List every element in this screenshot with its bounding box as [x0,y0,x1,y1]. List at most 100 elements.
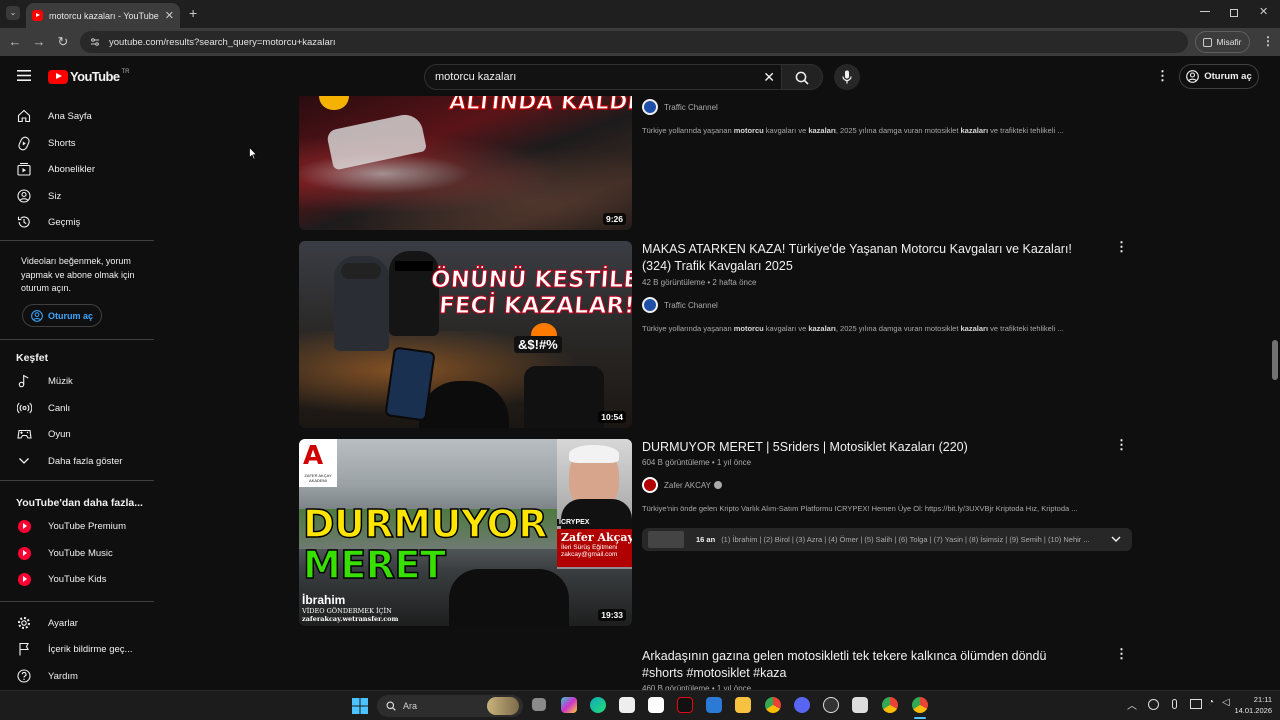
sidebar-show-more[interactable]: Daha fazla göster [0,448,154,474]
video-description: Türkiye yollarında yaşanan motorcu kavga… [642,126,1064,135]
task-view-icon[interactable] [532,698,546,711]
obs-icon[interactable] [823,697,839,713]
channel-name: Traffic Channel [664,300,718,310]
new-tab-button[interactable]: + [189,6,197,20]
voice-search-button[interactable] [834,64,860,90]
close-tab-icon[interactable]: ✕ [165,9,174,22]
browser-tabstrip: ⌄ motorcu kazaları - YouTube ✕ + ✕ [0,0,1280,28]
zafer-akcay-akademi-logo: A ZAFER AKÇAY AKADEMİ [299,439,337,487]
sidebar-item-help[interactable]: Yardım [0,663,154,689]
edge-icon[interactable] [590,697,606,713]
sidebar-item-label: YouTube Premium [48,520,126,532]
browser-menu-icon[interactable]: ⋮ [1262,34,1274,48]
channel-link[interactable]: Traffic Channel [642,297,718,313]
sidebar-item-gaming[interactable]: Oyun [0,421,154,447]
tray-sync-icon[interactable] [1148,699,1159,710]
mail-icon[interactable] [706,697,722,713]
key-moments-bar[interactable]: 16 an (1) İbrahim | (2) Birol | (3) Azra… [642,528,1132,551]
sidebar-item-label: Oyun [48,428,71,440]
home-icon [16,108,32,124]
windows-start-icon[interactable] [352,698,368,714]
sidebar-item-youtube-music[interactable]: YouTube Music [0,540,154,566]
settings-kebab-icon[interactable]: ⋮ [1156,68,1169,84]
channel-link[interactable]: Zafer AKCAY [642,477,722,493]
search-button[interactable] [781,64,823,90]
sidebar-item-home[interactable]: Ana Sayfa [0,103,154,129]
signin-prompt-text: Videoları beğenmek, yorum yapmak ve abon… [21,256,135,293]
reload-icon[interactable]: ↻ [56,35,70,49]
restore-button[interactable] [1230,9,1238,17]
sidebar-divider [0,601,154,602]
file-explorer-icon[interactable] [735,697,751,713]
chapter-list-text: (1) İbrahim | (2) Birol | (3) Azra | (4)… [721,535,1090,544]
site-info-icon[interactable] [90,37,100,47]
channel-link[interactable]: Traffic Channel [642,99,718,115]
video-menu-icon[interactable]: ⋮ [1115,647,1128,661]
video-menu-icon[interactable]: ⋮ [1115,240,1128,254]
sidebar-divider [0,240,154,241]
youtube-kids-icon [16,571,32,587]
video-title[interactable]: Arkadaşının gazına gelen motosikletli te… [642,648,1082,682]
minimize-button[interactable] [1200,6,1210,12]
submit-video-caption: VİDEO GÖNDERMEK İÇİN [302,607,392,615]
sidebar-item-subscriptions[interactable]: Abonelikler [0,156,154,182]
video-title[interactable]: MAKAS ATARKEN KAZA! Türkiye'de Yaşanan M… [642,241,1082,275]
back-arrow-icon[interactable]: ← [8,35,22,49]
video-menu-icon[interactable]: ⋮ [1115,438,1128,452]
sidebar-item-you[interactable]: Siz [0,183,154,209]
sidebar-item-settings[interactable]: Ayarlar [0,610,154,636]
sidebar-item-music[interactable]: Müzik [0,368,154,394]
chrome-active-icon[interactable] [912,697,928,713]
signin-label: Oturum aç [1204,71,1252,82]
sidebar-item-history[interactable]: Geçmiş [0,209,154,235]
tray-network-icon[interactable] [1190,699,1202,709]
tab-list-button[interactable]: ⌄ [6,6,20,20]
browser-toolbar: ← → ↻ youtube.com/results?search_query=m… [0,28,1280,56]
address-bar[interactable]: youtube.com/results?search_query=motorcu… [80,31,1188,53]
capcut-icon[interactable] [619,697,635,713]
close-window-button[interactable]: ✕ [1259,5,1268,18]
tray-chevron-up-icon[interactable]: ︿ [1127,697,1137,712]
you-icon [16,188,32,204]
copilot-icon[interactable] [561,697,577,713]
thumbnail-caption-line1: DURMUYOR [302,501,548,547]
page-scrollbar[interactable] [1272,340,1278,380]
steam-icon[interactable] [852,697,868,713]
sidebar: Ana Sayfa Shorts Abonelikler Siz Geçmiş … [0,96,160,690]
channel-avatar [642,477,658,493]
chrome-profile-icon[interactable] [882,697,898,713]
sidebar-item-label: Canlı [48,402,71,414]
clock-date: 14.01.2026 [1234,706,1272,715]
sidebar-item-shorts[interactable]: Shorts [0,130,154,156]
search-input[interactable]: motorcu kazaları ✕ [424,64,784,90]
profile-button[interactable]: Misafir [1195,31,1250,53]
forward-arrow-icon[interactable]: → [32,35,46,49]
sidebar-item-label: Siz [48,190,62,202]
taskbar-clock[interactable]: 21:11 14.01.2026 [1226,694,1272,716]
video-title[interactable]: DURMUYOR MERET | 5Sriders | Motosiklet K… [642,439,1082,456]
video-thumbnail[interactable]: ALTINDA KALDI! 9:26 [299,96,632,230]
sidebar-item-youtube-kids[interactable]: YouTube Kids [0,566,154,592]
signin-button[interactable]: Oturum aç [1179,64,1259,89]
microphone-icon [842,70,852,84]
chrome-icon[interactable] [765,697,781,713]
taskbar-search[interactable]: Ara [377,695,523,717]
sidebar-item-youtube-premium[interactable]: YouTube Premium [0,513,154,539]
video-thumbnail[interactable]: A ZAFER AKÇAY AKADEMİ DURMUYOR MERET ICR… [299,439,632,626]
netflix-icon[interactable] [677,697,693,713]
video-thumbnail[interactable]: ÖNÜNÜ KESTİLER! FECİ KAZALAR! &$!#% 10:5… [299,241,632,428]
sidebar-item-report-history[interactable]: İçerik bildirme geç... [0,636,154,662]
tray-wifi-icon[interactable]: ◔ [1208,697,1214,708]
store-icon[interactable] [648,697,664,713]
tray-microphone-icon[interactable] [1172,699,1177,709]
clear-search-icon[interactable]: ✕ [763,69,775,86]
live-icon [16,400,32,416]
youtube-logo[interactable]: YouTube TR [48,69,129,84]
sidebar-item-live[interactable]: Canlı [0,395,154,421]
hamburger-menu-icon[interactable] [17,70,31,81]
browser-tab[interactable]: motorcu kazaları - YouTube ✕ [26,3,180,28]
chevron-down-icon[interactable] [1111,536,1121,543]
discord-icon[interactable] [794,697,810,713]
channel-name: Traffic Channel [664,102,718,112]
sidebar-signin-button[interactable]: Oturum aç [22,304,102,327]
